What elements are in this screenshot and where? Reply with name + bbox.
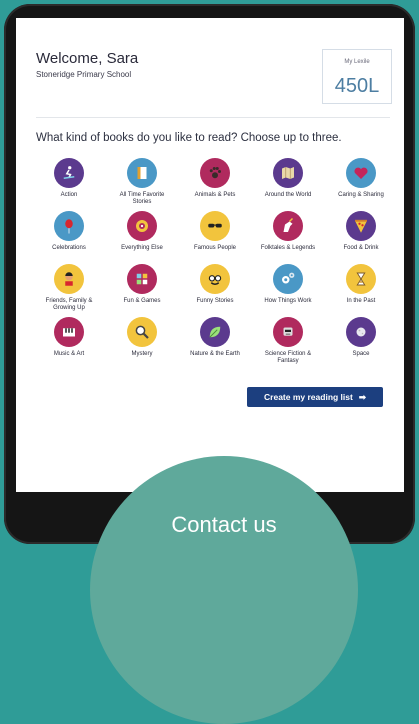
category-animals-pets[interactable]: Animals & Pets bbox=[185, 158, 245, 199]
piano-icon bbox=[54, 317, 84, 347]
hourglass-icon bbox=[346, 264, 376, 294]
category-label: Music & Art bbox=[53, 351, 85, 357]
category-label: Animals & Pets bbox=[194, 192, 236, 198]
category-label: In the Past bbox=[346, 298, 376, 304]
category-label: Around the World bbox=[264, 192, 312, 198]
create-reading-list-label: Create my reading list bbox=[264, 392, 353, 402]
category-around-the-world[interactable]: Around the World bbox=[258, 158, 318, 199]
unicorn-icon bbox=[273, 211, 303, 241]
category-nature-the-earth[interactable]: Nature & the Earth bbox=[185, 317, 245, 358]
arrow-right-icon: ➡ bbox=[358, 391, 366, 402]
category-label: All Time Favorite Stories bbox=[119, 192, 165, 205]
category-label: Folktales & Legends bbox=[260, 245, 316, 251]
book-icon bbox=[127, 158, 157, 188]
leaf-icon bbox=[200, 317, 230, 347]
category-label: Fun & Games bbox=[123, 298, 161, 304]
lexile-value: 450L bbox=[334, 75, 380, 97]
heart-icon bbox=[346, 158, 376, 188]
school-name: Stoneridge Primary School bbox=[36, 70, 132, 79]
person-icon bbox=[54, 264, 84, 294]
lexile-label: My Lexile bbox=[344, 59, 370, 65]
category-action[interactable]: Action bbox=[39, 158, 99, 199]
category-in-the-past[interactable]: In the Past bbox=[331, 264, 391, 305]
category-label: Action bbox=[60, 192, 78, 198]
category-label: Funny Stories bbox=[196, 298, 234, 304]
category-all-time-favorite-stories[interactable]: All Time Favorite Stories bbox=[112, 158, 172, 205]
welcome-heading: Welcome, Sara bbox=[36, 50, 139, 67]
category-label: Mystery bbox=[131, 351, 153, 357]
category-label: Famous People bbox=[193, 245, 237, 251]
category-label: How Things Work bbox=[264, 298, 312, 304]
category-label: Friends, Family & Growing Up bbox=[45, 298, 93, 311]
category-label: Science Fiction & Fantasy bbox=[264, 351, 312, 364]
map-icon bbox=[273, 158, 303, 188]
target-icon bbox=[127, 211, 157, 241]
category-food-drink[interactable]: Food & Drink bbox=[331, 211, 391, 252]
gears-icon bbox=[273, 264, 303, 294]
divider bbox=[36, 117, 390, 118]
pizza-icon bbox=[346, 211, 376, 241]
category-folktales-legends[interactable]: Folktales & Legends bbox=[258, 211, 318, 252]
contact-us-button[interactable]: Contact us bbox=[90, 456, 358, 724]
sunglasses-icon bbox=[200, 211, 230, 241]
moon-icon bbox=[346, 317, 376, 347]
create-reading-list-button[interactable]: Create my reading list ➡ bbox=[247, 387, 383, 407]
category-fun-games[interactable]: Fun & Games bbox=[112, 264, 172, 305]
puzzle-icon bbox=[127, 264, 157, 294]
skateboarder-icon bbox=[54, 158, 84, 188]
category-friends-family-growing-up[interactable]: Friends, Family & Growing Up bbox=[39, 264, 99, 311]
category-label: Space bbox=[352, 351, 370, 357]
category-music-art[interactable]: Music & Art bbox=[39, 317, 99, 358]
category-caring-sharing[interactable]: Caring & Sharing bbox=[331, 158, 391, 199]
lexile-card: My Lexile 450L bbox=[322, 49, 392, 104]
category-how-things-work[interactable]: How Things Work bbox=[258, 264, 318, 305]
funny-glasses-icon bbox=[200, 264, 230, 294]
category-science-fiction-fantasy[interactable]: Science Fiction & Fantasy bbox=[258, 317, 318, 364]
category-label: Everything Else bbox=[121, 245, 163, 251]
genre-question: What kind of books do you like to read? … bbox=[36, 132, 342, 144]
category-famous-people[interactable]: Famous People bbox=[185, 211, 245, 252]
category-label: Celebrations bbox=[52, 245, 86, 251]
category-label: Caring & Sharing bbox=[338, 192, 384, 198]
category-label: Food & Drink bbox=[343, 245, 379, 251]
category-label: Nature & the Earth bbox=[190, 351, 240, 357]
category-mystery[interactable]: Mystery bbox=[112, 317, 172, 358]
magnifier-icon bbox=[127, 317, 157, 347]
category-space[interactable]: Space bbox=[331, 317, 391, 358]
category-funny-stories[interactable]: Funny Stories bbox=[185, 264, 245, 305]
paw-icon bbox=[200, 158, 230, 188]
robot-icon bbox=[273, 317, 303, 347]
category-everything-else[interactable]: Everything Else bbox=[112, 211, 172, 252]
balloon-icon bbox=[54, 211, 84, 241]
category-celebrations[interactable]: Celebrations bbox=[39, 211, 99, 252]
contact-us-label: Contact us bbox=[171, 512, 277, 537]
